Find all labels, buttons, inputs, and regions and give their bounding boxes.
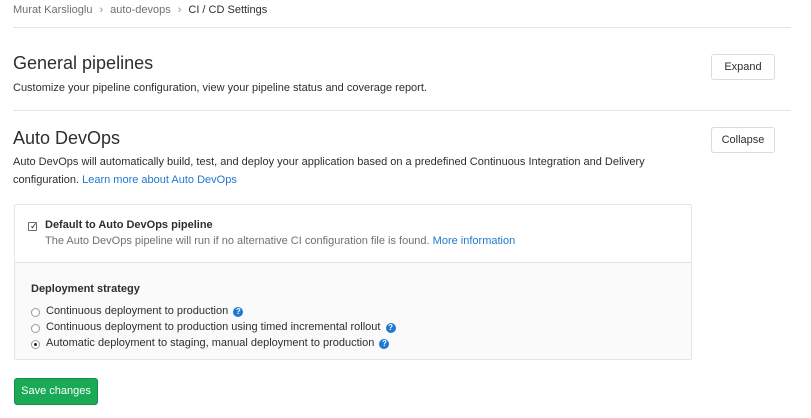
breadcrumb-item-namespace[interactable]: Murat Karslioglu: [13, 4, 92, 16]
collapse-button[interactable]: Collapse: [711, 127, 775, 153]
auto-devops-title: Auto DevOps: [13, 128, 121, 148]
expand-button[interactable]: Expand: [711, 54, 775, 80]
radio-timed-incremental-rollout[interactable]: [31, 324, 40, 333]
radio-continuous-deployment[interactable]: [31, 308, 40, 317]
deployment-strategy-title: Deployment strategy: [31, 283, 140, 295]
divider: [13, 110, 791, 111]
default-auto-devops-help: The Auto DevOps pipeline will run if no …: [45, 235, 515, 247]
default-auto-devops-checkbox[interactable]: ✓: [28, 221, 38, 231]
default-auto-devops-help-text: The Auto DevOps pipeline will run if no …: [45, 235, 430, 247]
auto-devops-description: Auto DevOps will automatically build, te…: [13, 153, 703, 189]
radio-label-text: Continuous deployment to production: [46, 305, 229, 317]
default-pipeline-section: ✓ Default to Auto DevOps pipeline The Au…: [15, 205, 691, 262]
chevron-right-icon: ›: [177, 4, 182, 16]
default-auto-devops-label[interactable]: Default to Auto DevOps pipeline: [45, 219, 213, 231]
learn-more-auto-devops-link[interactable]: Learn more about Auto DevOps: [82, 174, 237, 186]
general-pipelines-description: Customize your pipeline configuration, v…: [13, 82, 427, 94]
radio-continuous-deployment-label[interactable]: Continuous deployment to production ?: [46, 305, 244, 317]
auto-devops-description-text-2: configuration.: [13, 174, 80, 186]
divider: [13, 27, 791, 28]
breadcrumb-item-project[interactable]: auto-devops: [110, 4, 171, 16]
radio-automatic-staging[interactable]: [31, 340, 40, 349]
radio-timed-incremental-rollout-label[interactable]: Continuous deployment to production usin…: [46, 321, 396, 333]
checkmark-icon: ✓: [30, 221, 38, 231]
radio-automatic-staging-label[interactable]: Automatic deployment to staging, manual …: [46, 337, 390, 349]
chevron-right-icon: ›: [99, 4, 104, 16]
radio-label-text: Automatic deployment to staging, manual …: [46, 337, 375, 349]
breadcrumb: Murat Karslioglu › auto-devops › CI / CD…: [13, 4, 267, 16]
general-pipelines-title: General pipelines: [13, 53, 154, 73]
question-circle-icon[interactable]: ?: [385, 323, 396, 333]
question-circle-icon[interactable]: ?: [379, 339, 390, 349]
auto-devops-description-text: Auto DevOps will automatically build, te…: [13, 156, 645, 168]
save-changes-button[interactable]: Save changes: [14, 378, 98, 405]
deployment-strategy-section: Deployment strategy Continuous deploymen…: [15, 262, 691, 359]
breadcrumb-item-current[interactable]: CI / CD Settings: [188, 4, 267, 16]
radio-label-text: Continuous deployment to production usin…: [46, 321, 381, 333]
radio-selected-dot: [34, 343, 37, 346]
auto-devops-settings-panel: ✓ Default to Auto DevOps pipeline The Au…: [14, 204, 692, 360]
question-circle-icon[interactable]: ?: [233, 307, 244, 317]
more-information-link[interactable]: More information: [433, 235, 516, 247]
